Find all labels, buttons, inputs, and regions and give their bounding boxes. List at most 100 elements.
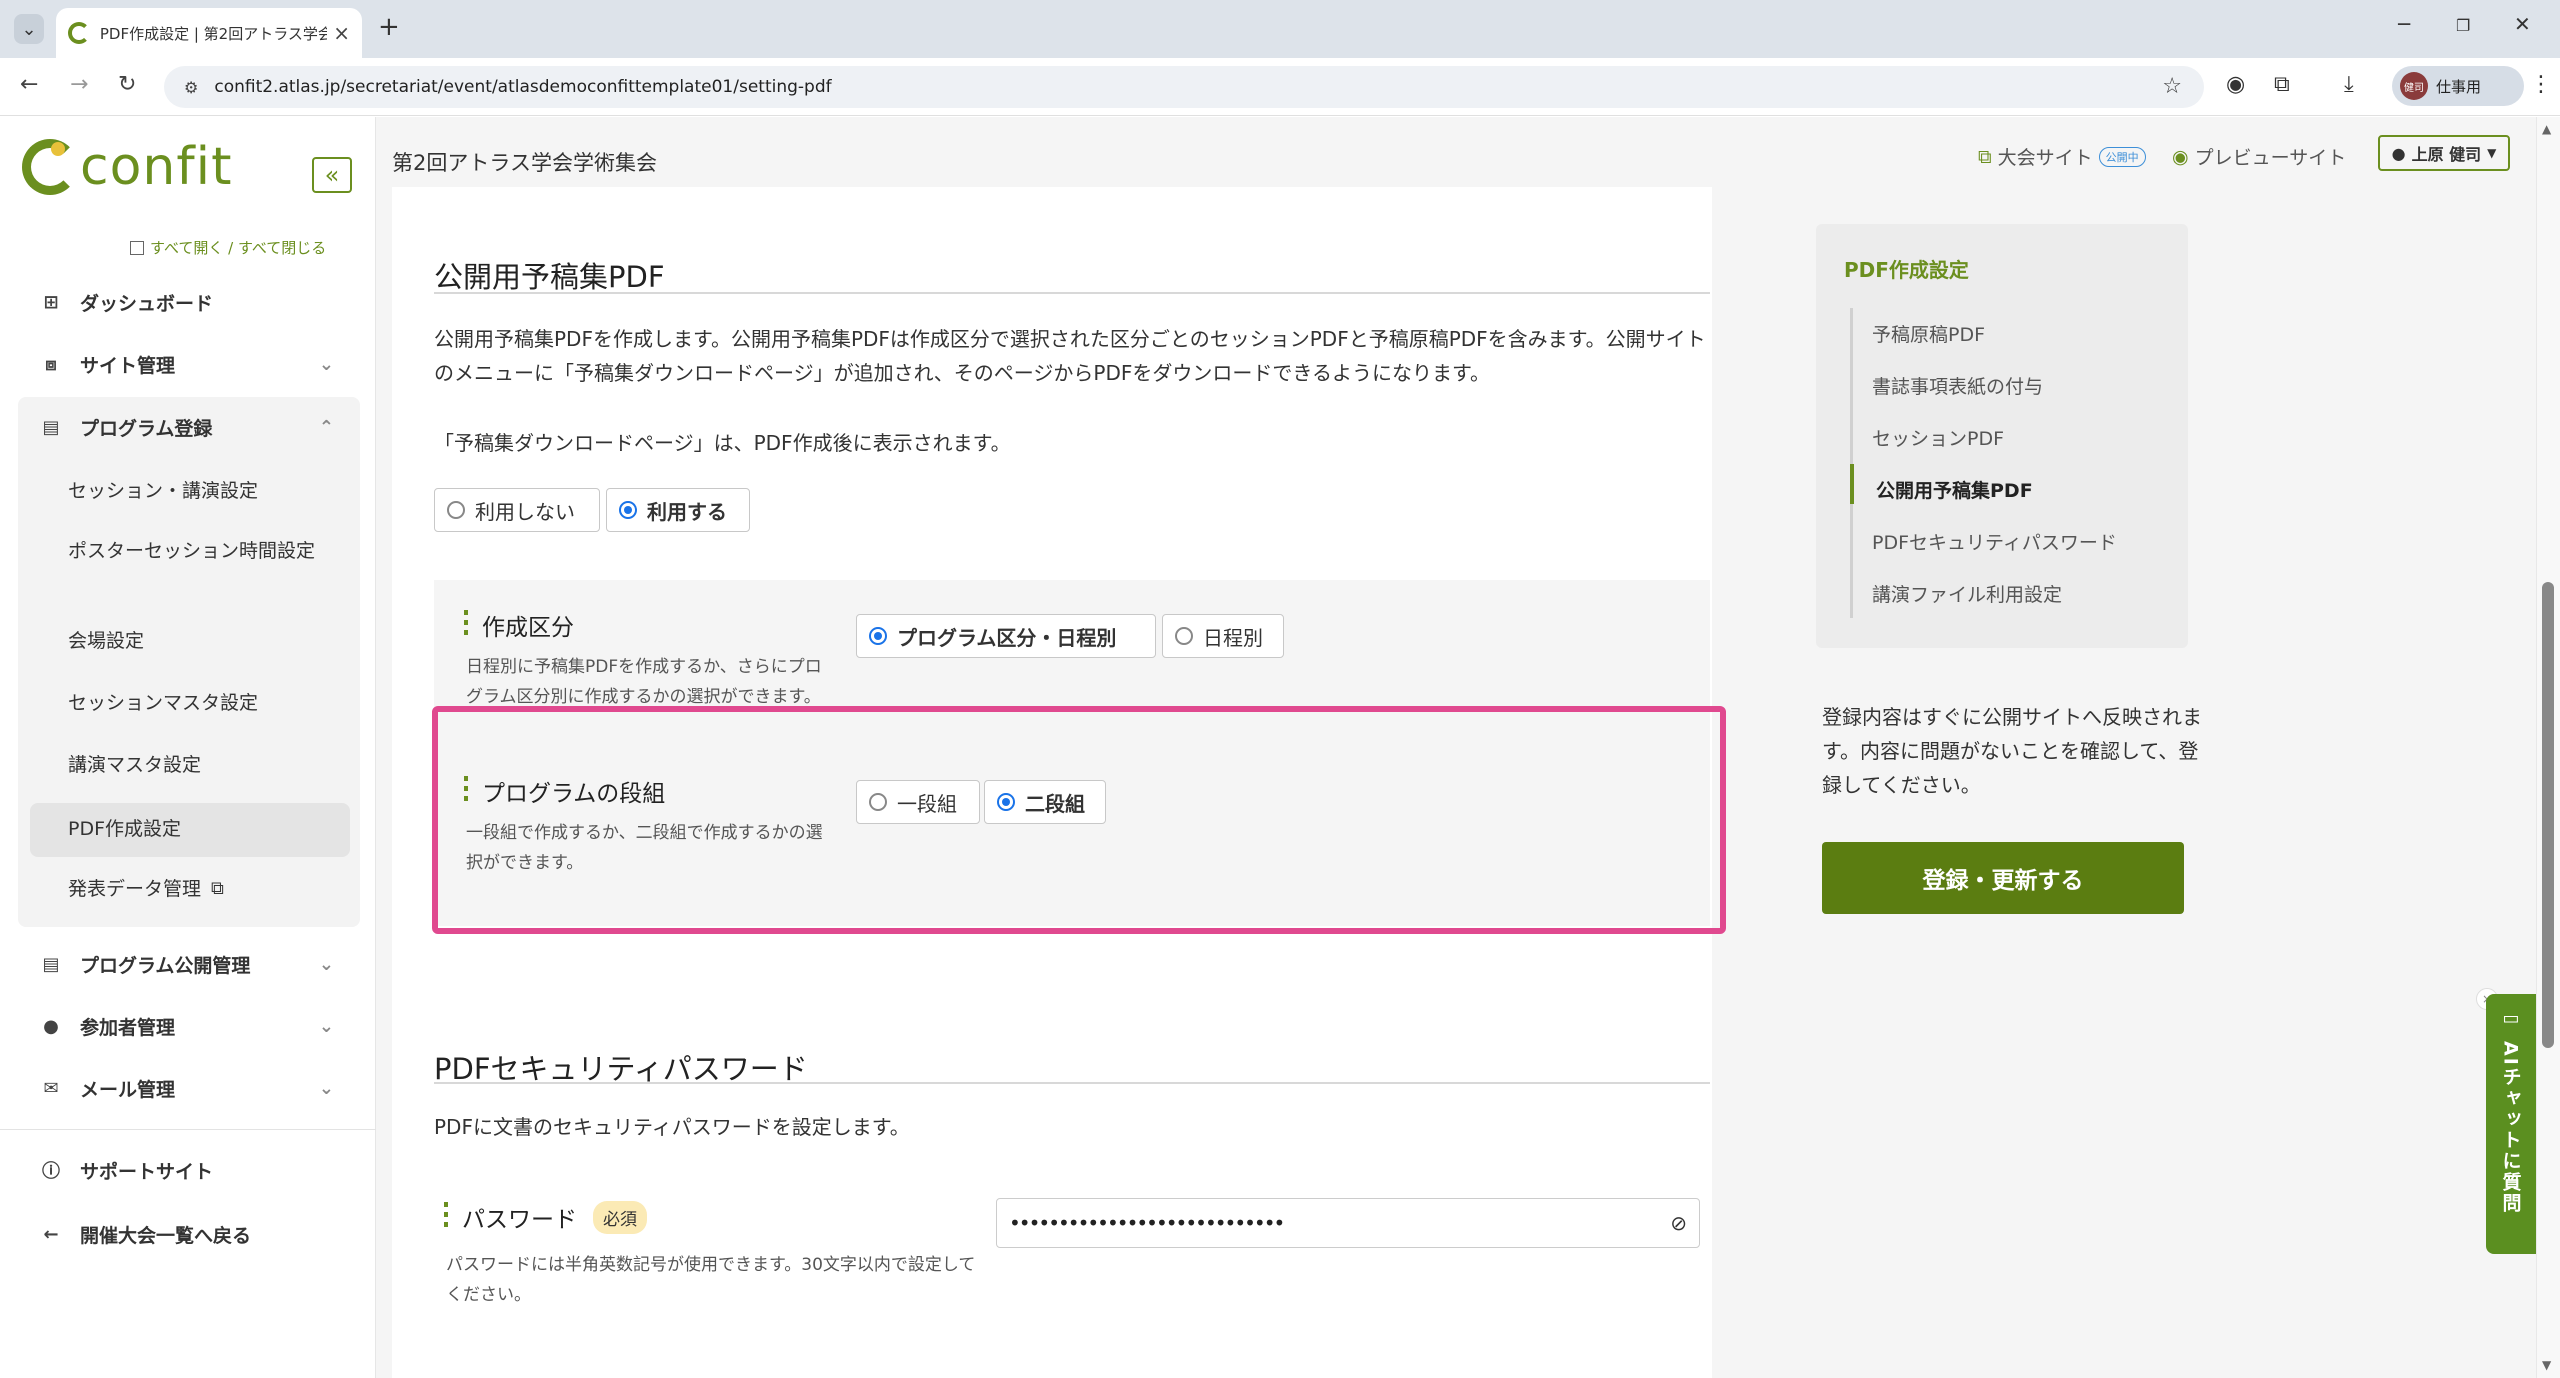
division-label: 作成区分 [464,608,574,642]
nav-support-site[interactable]: ⓘ サポートサイト [0,1145,376,1195]
scroll-down-icon[interactable]: ▼ [2542,1358,2551,1372]
sidebar: confit « すべて開く / すべて閉じる ⊞ ダッシュボード ⧈ サイト管… [0,117,376,1378]
use-no-radio[interactable]: 利用しない [434,488,600,532]
expand-all-toggle[interactable]: すべて開く / すべて閉じる [130,237,326,258]
dashboard-icon: ⊞ [43,291,59,313]
nav-participants[interactable]: ● 参加者管理 ⌄ [0,1001,376,1051]
confit-logo[interactable]: confit [22,137,233,197]
back-icon[interactable]: ← [20,72,38,97]
nav-label: メール管理 [80,1078,176,1101]
sidebar-item-poster-time[interactable]: ポスターセッション時間設定 [68,537,338,565]
chevron-up-icon: ⌃ [318,416,334,438]
eye-off-icon[interactable]: ⊘ [1670,1211,1687,1235]
extensions-icon[interactable]: ⧉ [2274,72,2290,97]
event-title: 第2回アトラス学会学術集会 [392,151,657,175]
submit-button[interactable]: 登録・更新する [1822,842,2184,914]
download-icon[interactable]: ⤓ [2344,72,2354,97]
toc-active-indicator [1850,464,1854,504]
arrow-left-icon: ← [43,1223,59,1245]
password-input[interactable]: •••••••••••••••••••••••••••• ⊘ [996,1198,1700,1248]
public-pdf-note: 「予稿集ダウンロードページ」は、PDF作成後に表示されます。 [434,431,1011,455]
close-tab-icon[interactable]: × [333,21,350,45]
toc-item-manuscript-pdf[interactable]: 予稿原稿PDF [1872,320,1985,347]
window-close-icon[interactable]: ✕ [2514,12,2531,36]
site-info-icon[interactable]: ⚙ [184,78,198,97]
sidebar-item-label: 発表データ管理 [68,878,202,900]
sidebar-item-talk-master[interactable]: 講演マスタ設定 [68,751,368,779]
division-date-radio[interactable]: 日程別 [1162,614,1284,658]
division-label-text: 作成区分 [482,615,574,641]
sidebar-item-session-master[interactable]: セッションマスタ設定 [68,689,368,717]
event-site-label: 大会サイト [1997,147,2093,169]
url-bar[interactable]: ⚙ confit2.atlas.jp/secretariat/event/atl… [164,66,2204,108]
nav-label: サポートサイト [80,1160,214,1183]
radio-label: 利用する [647,499,727,524]
minimize-icon[interactable]: ─ [2398,12,2410,36]
nav-label: プログラム公開管理 [80,954,251,977]
profile-label: 仕事用 [2436,77,2482,96]
radio-label: プログラム区分・日程別 [897,625,1117,650]
logo-text: confit [80,137,233,197]
notice-text: 登録内容はすぐに公開サイトへ反映されます。内容に問題がないことを確認して、登録し… [1822,705,2202,797]
sitemap-icon: ⧈ [45,353,57,375]
list-icon: ▤ [42,953,60,975]
nav-back-to-events[interactable]: ← 開催大会一覧へ戻る [0,1209,376,1259]
mail-icon: ✉ [43,1077,59,1099]
restore-icon[interactable]: ❐ [2456,16,2470,35]
scroll-up-icon[interactable]: ▲ [2542,122,2551,136]
use-yes-radio[interactable]: 利用する [606,488,750,532]
divider [0,1129,376,1130]
password-label: パスワード 必須 [444,1200,647,1234]
sidebar-item-pdf-settings[interactable]: PDF作成設定 [68,815,368,843]
radio-off-icon [447,501,465,519]
main-header: 第2回アトラス学会学術集会 ⧉ 大会サイト 公開中 ◉ プレビューサイト ● 上… [376,117,2536,187]
dots-icon [464,610,468,640]
scrollbar-thumb[interactable] [2542,582,2554,1048]
toc-item-security-password[interactable]: PDFセキュリティパスワード [1872,528,2117,555]
ai-chat-button[interactable]: ▭ AIチャットに質問 [2486,994,2536,1254]
profile-button[interactable]: 健司 仕事用 [2392,66,2524,106]
browser-tab[interactable]: PDF作成設定 | 第2回アトラス学会 × [56,8,362,58]
radio-label: 日程別 [1203,625,1263,650]
forward-icon[interactable]: → [70,72,88,97]
nav-label: ダッシュボード [80,292,214,315]
toc-item-public-pdf[interactable]: 公開用予稿集PDF [1876,476,2033,503]
url-text: confit2.atlas.jp/secretariat/event/atlas… [214,77,832,97]
user-icon: ● [2391,143,2406,163]
nav-mail[interactable]: ✉ メール管理 ⌄ [0,1063,376,1113]
bookmark-star-icon[interactable]: ☆ [2162,74,2182,99]
nav-program-registration[interactable]: ▤ プログラム登録 ⌃ [0,402,376,452]
info-icon: ⓘ [42,1161,60,1182]
new-tab-icon[interactable]: + [378,12,400,42]
user-menu-button[interactable]: ● 上原 健司 ▼ [2378,135,2510,171]
toc-item-bibliography-cover[interactable]: 書誌事項表紙の付与 [1872,372,2043,399]
toc-title: PDF作成設定 [1844,258,1969,282]
checkbox-icon [130,240,144,255]
logo-mark-icon [22,139,78,195]
collapse-sidebar-button[interactable]: « [312,157,352,193]
password-manager-icon[interactable]: ◉ [2226,72,2245,97]
caret-down-icon: ▼ [2487,146,2497,160]
password-label-text: パスワード [462,1207,577,1233]
browser-tab-bar: ⌄ PDF作成設定 | 第2回アトラス学会 × + ─ ❐ ✕ [0,0,2560,58]
nav-program-publish[interactable]: ▤ プログラム公開管理 ⌄ [0,939,376,989]
toc-item-file-usage[interactable]: 講演ファイル利用設定 [1872,580,2062,607]
book-icon: ▤ [42,416,60,438]
ai-chat-label: AIチャットに質問 [2499,1041,2522,1214]
nav-site-management[interactable]: ⧈ サイト管理 ⌄ [0,339,376,389]
event-site-link[interactable]: ⧉ 大会サイト 公開中 [1978,143,2146,170]
sidebar-item-session[interactable]: セッション・講演設定 [68,477,368,505]
required-badge: 必須 [593,1200,647,1234]
sidebar-item-venue[interactable]: 会場設定 [68,627,368,655]
division-program-date-radio[interactable]: プログラム区分・日程別 [856,614,1156,658]
nav-dashboard[interactable]: ⊞ ダッシュボード [0,277,376,327]
reload-icon[interactable]: ↻ [118,72,136,97]
password-help: パスワードには半角英数記号が使用できます。30文字以内で設定してください。 [446,1255,976,1305]
toc-item-session-pdf[interactable]: セッションPDF [1872,424,2004,451]
preview-site-link[interactable]: ◉ プレビューサイト [2172,143,2346,170]
tab-search-icon[interactable]: ⌄ [14,14,44,44]
public-pdf-description: 公開用予稿集PDFを作成します。公開用予稿集PDFは作成区分で選択された区分ごと… [434,327,1706,385]
browser-menu-icon[interactable]: ⋮ [2530,72,2552,97]
toc-track [1850,308,1853,618]
sidebar-item-presentation-data[interactable]: 発表データ管理 ⧉ [68,875,368,903]
